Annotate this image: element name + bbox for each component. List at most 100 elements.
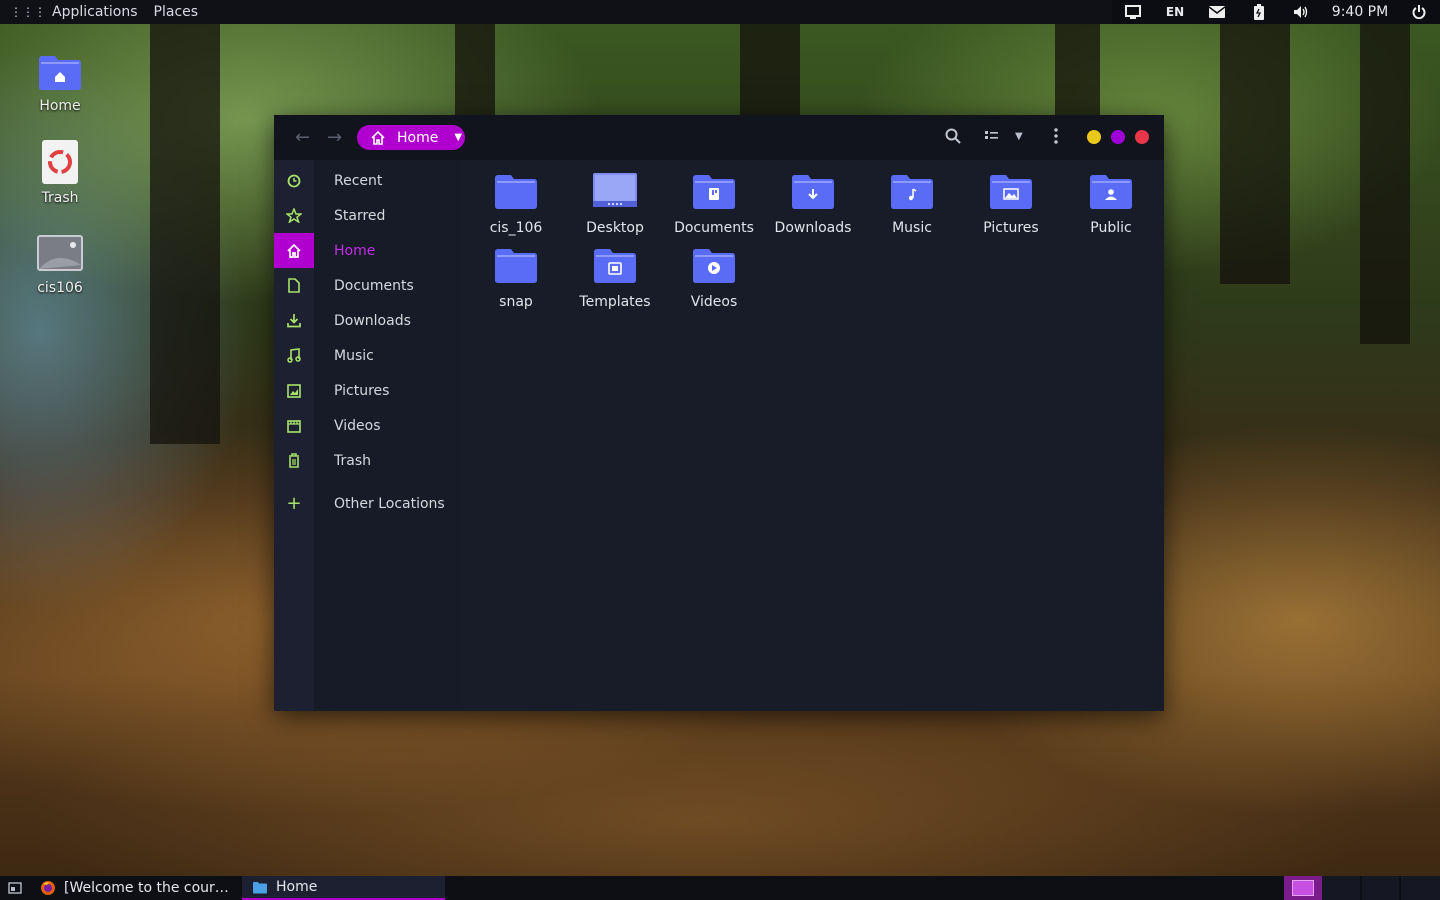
file-item-pictures[interactable]: Pictures <box>963 172 1059 236</box>
sidebar-item-label: Recent <box>334 172 383 189</box>
music-folder-icon <box>891 175 933 209</box>
file-item-templates[interactable]: Templates <box>567 246 663 310</box>
path-breadcrumb[interactable]: Home ▼ <box>357 125 465 150</box>
desktop-icon-label: Home <box>39 98 81 114</box>
downloads-folder-icon <box>792 175 834 209</box>
sidebar-item-documents[interactable]: Documents <box>274 268 462 303</box>
desktop-folder-icon <box>593 173 637 207</box>
desktop-cis106[interactable]: cis106 <box>24 234 96 296</box>
system-tray: EN 9:40 PM <box>1112 0 1440 24</box>
sidebar-item-label: Documents <box>334 277 414 294</box>
view-list-icon[interactable] <box>984 128 1000 146</box>
sidebar-item-home[interactable]: Home <box>274 233 462 268</box>
places-sidebar: Recent Starred Home Documents Downloads … <box>274 160 462 711</box>
clock[interactable]: 9:40 PM <box>1322 0 1398 24</box>
sidebar-item-label: Starred <box>334 207 386 224</box>
taskbar-item-home[interactable]: Home <box>242 876 445 900</box>
workspace-2[interactable] <box>1322 876 1360 900</box>
music-icon <box>274 338 314 373</box>
file-item-label: Desktop <box>586 220 644 236</box>
file-manager-window: ← → Home ▼ ▼ Recent Starred Home Documen… <box>274 115 1164 711</box>
show-desktop-icon[interactable] <box>0 876 30 900</box>
templates-folder-icon <box>594 249 636 283</box>
folder-icon <box>495 249 537 283</box>
sidebar-item-label: Trash <box>334 452 371 469</box>
menu-kebab-icon[interactable] <box>1053 127 1059 149</box>
forward-arrow-icon[interactable]: → <box>327 127 342 148</box>
file-item-label: Public <box>1090 220 1132 236</box>
close-button[interactable] <box>1135 130 1149 144</box>
taskbar-item-firefox[interactable]: [Welcome to the cour… <box>30 876 242 900</box>
keyboard-layout-indicator[interactable]: EN <box>1154 0 1196 24</box>
picture-icon <box>274 373 314 408</box>
file-item-label: Music <box>892 220 932 236</box>
search-icon[interactable] <box>945 128 961 148</box>
battery-icon[interactable] <box>1238 0 1280 24</box>
workspace-3[interactable] <box>1361 876 1399 900</box>
file-item-snap[interactable]: snap <box>468 246 564 310</box>
file-item-label: Pictures <box>983 220 1039 236</box>
files-icon <box>253 881 267 893</box>
clock-icon <box>274 163 314 198</box>
sidebar-item-starred[interactable]: Starred <box>274 198 462 233</box>
workspace-1[interactable] <box>1284 876 1322 900</box>
sidebar-item-music[interactable]: Music <box>274 338 462 373</box>
desktop-trash[interactable]: Trash <box>24 140 96 206</box>
sidebar-item-trash[interactable]: Trash <box>274 443 462 478</box>
file-item-cis-106[interactable]: cis_106 <box>468 172 564 236</box>
top-panel: ⋮⋮⋮ Applications Places EN 9:40 PM <box>0 0 1440 24</box>
sidebar-item-label: Downloads <box>334 312 411 329</box>
file-item-desktop[interactable]: Desktop <box>567 172 663 236</box>
sidebar-item-label: Pictures <box>334 382 390 399</box>
drive-icon <box>37 234 83 274</box>
desktop-home[interactable]: Home <box>24 52 96 114</box>
sidebar-item-pictures[interactable]: Pictures <box>274 373 462 408</box>
pictures-folder-icon <box>990 175 1032 209</box>
back-arrow-icon[interactable]: ← <box>295 127 310 148</box>
workspace-4[interactable] <box>1400 876 1440 900</box>
taskbar-item-label: Home <box>276 879 318 895</box>
plus-icon: + <box>286 493 302 514</box>
minimize-button[interactable] <box>1087 130 1101 144</box>
mail-icon[interactable] <box>1196 0 1238 24</box>
file-item-music[interactable]: Music <box>864 172 960 236</box>
file-item-public[interactable]: Public <box>1063 172 1159 236</box>
view-options-chevron-icon[interactable]: ▼ <box>1015 131 1023 142</box>
public-folder-icon <box>1090 175 1132 209</box>
home-icon <box>274 233 314 268</box>
file-item-label: Templates <box>579 294 651 310</box>
file-item-label: Downloads <box>774 220 852 236</box>
sidebar-item-downloads[interactable]: Downloads <box>274 303 462 338</box>
volume-icon[interactable] <box>1280 0 1322 24</box>
display-icon[interactable] <box>1112 0 1154 24</box>
home-folder-icon <box>37 52 83 92</box>
trash-icon <box>37 140 83 184</box>
chevron-down-icon[interactable]: ▼ <box>454 132 462 143</box>
sidebar-item-recent[interactable]: Recent <box>274 163 462 198</box>
file-item-label: Documents <box>674 220 754 236</box>
download-icon <box>274 303 314 338</box>
star-icon <box>274 198 314 233</box>
document-icon <box>274 268 314 303</box>
maximize-button[interactable] <box>1111 130 1125 144</box>
documents-folder-icon <box>693 175 735 209</box>
sidebar-item-other-locations[interactable]: + Other Locations <box>274 486 462 521</box>
file-item-documents[interactable]: Documents <box>666 172 762 236</box>
power-icon[interactable] <box>1398 0 1440 24</box>
file-view: cis_106 Desktop Documents Downloads Musi… <box>462 160 1164 711</box>
taskbar-item-label: [Welcome to the cour… <box>64 880 229 896</box>
desktop-icon-label: cis106 <box>37 280 83 296</box>
file-item-label: Videos <box>690 294 738 310</box>
places-menu[interactable]: Places <box>154 4 199 20</box>
sidebar-item-label: Videos <box>334 417 381 434</box>
file-item-videos[interactable]: Videos <box>666 246 762 310</box>
folder-icon <box>495 175 537 209</box>
header-bar: ← → Home ▼ ▼ <box>274 115 1164 160</box>
desktop-icon-label: Trash <box>41 190 79 206</box>
trash-icon <box>274 443 314 478</box>
file-item-downloads[interactable]: Downloads <box>765 172 861 236</box>
applications-menu[interactable]: Applications <box>52 4 138 20</box>
applications-grid-icon[interactable]: ⋮⋮⋮ <box>10 5 46 19</box>
bottom-panel: [Welcome to the cour… Home <box>0 876 1440 900</box>
sidebar-item-videos[interactable]: Videos <box>274 408 462 443</box>
